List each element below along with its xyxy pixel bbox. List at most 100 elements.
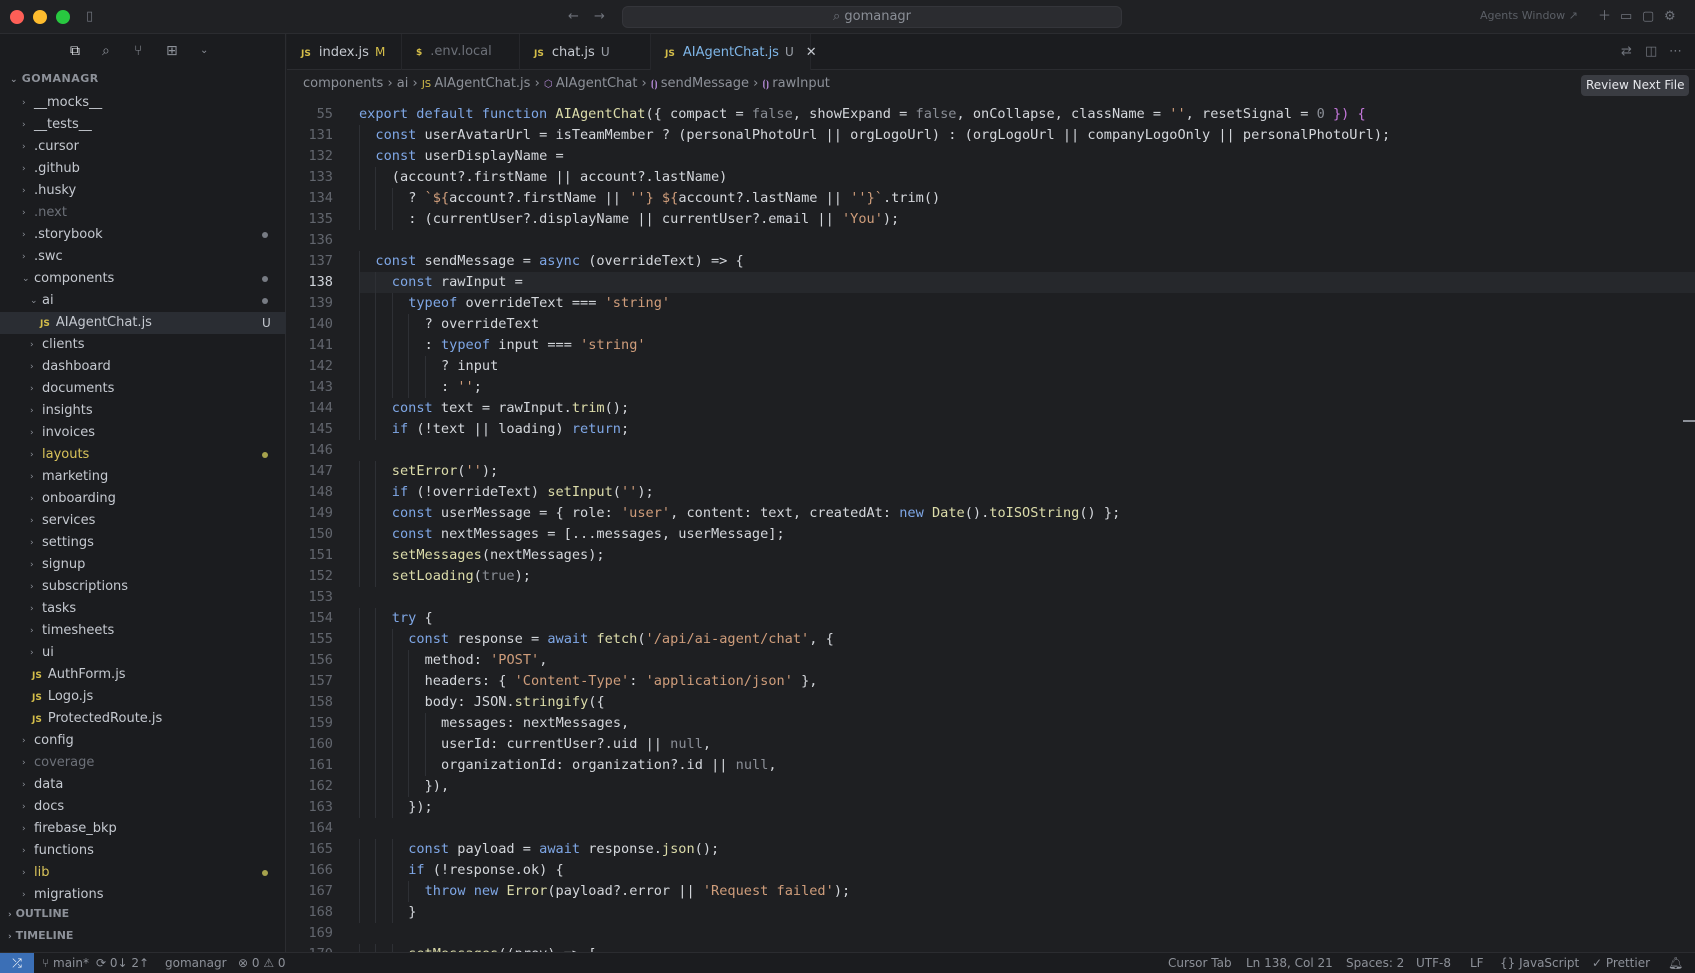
- files-icon[interactable]: ⧉: [70, 43, 80, 59]
- code-line[interactable]: const userAvatarUrl = isTeamMember ? (pe…: [359, 125, 1390, 146]
- tree-folder[interactable]: › layouts: [0, 444, 286, 466]
- tree-folder[interactable]: ⌄ ai: [0, 290, 286, 312]
- outline-section[interactable]: › OUTLINE: [0, 903, 286, 925]
- code-line[interactable]: }: [359, 902, 416, 923]
- tree-folder[interactable]: › marketing: [0, 466, 286, 488]
- code-line[interactable]: : '';: [359, 377, 482, 398]
- tree-folder[interactable]: › .github: [0, 158, 286, 180]
- problems-indicator[interactable]: ⊗ 0 ⚠ 0: [238, 953, 286, 973]
- breadcrumb-item[interactable]: sendMessage: [661, 76, 749, 91]
- close-icon[interactable]: ✕: [806, 45, 817, 60]
- tree-folder[interactable]: › services: [0, 510, 286, 532]
- sync-indicator[interactable]: ⟳ 0↓ 2↑: [96, 953, 149, 973]
- tree-folder[interactable]: › __mocks__: [0, 92, 286, 114]
- tree-folder[interactable]: › .storybook: [0, 224, 286, 246]
- tree-folder[interactable]: › lib: [0, 862, 286, 884]
- scrollbar-marker[interactable]: [1683, 420, 1695, 422]
- chat-icon[interactable]: ▢: [1642, 9, 1654, 25]
- tree-folder[interactable]: › data: [0, 774, 286, 796]
- formatter-indicator[interactable]: ✓ Prettier: [1592, 953, 1650, 973]
- chevron-down-icon[interactable]: ⌄: [200, 45, 208, 56]
- tree-folder[interactable]: › timesheets: [0, 620, 286, 642]
- code-line[interactable]: }),: [359, 776, 450, 797]
- code-line[interactable]: const text = rawInput.trim();: [359, 398, 629, 419]
- tree-folder[interactable]: › .cursor: [0, 136, 286, 158]
- code-line[interactable]: : typeof input === 'string': [359, 335, 646, 356]
- compare-icon[interactable]: ⇄: [1621, 44, 1632, 59]
- tree-file[interactable]: JS ProtectedRoute.js: [0, 708, 286, 730]
- tree-folder[interactable]: › tasks: [0, 598, 286, 620]
- code-line[interactable]: throw new Error(payload?.error || 'Reque…: [359, 881, 851, 902]
- maximize-window-button[interactable]: [56, 10, 70, 24]
- tree-folder[interactable]: › clients: [0, 334, 286, 356]
- tab-3[interactable]: JS AIAgentChat.js U ✕: [651, 34, 817, 70]
- tree-folder[interactable]: › settings: [0, 532, 286, 554]
- split-editor-icon[interactable]: ◫: [1645, 44, 1657, 59]
- tree-file[interactable]: JS AuthForm.js: [0, 664, 286, 686]
- tree-folder[interactable]: › onboarding: [0, 488, 286, 510]
- timeline-section[interactable]: › TIMELINE: [0, 925, 286, 947]
- extensions-icon[interactable]: ⊞: [166, 43, 178, 59]
- code-line[interactable]: const payload = await response.json();: [359, 839, 719, 860]
- agents-window-link[interactable]: Agents Window ↗: [1480, 9, 1578, 22]
- code-line[interactable]: try {: [359, 608, 433, 629]
- code-line[interactable]: messages: nextMessages,: [359, 713, 629, 734]
- tree-folder[interactable]: › documents: [0, 378, 286, 400]
- breadcrumb-item[interactable]: rawInput: [772, 76, 830, 91]
- breadcrumb-item[interactable]: components: [303, 76, 383, 91]
- code-editor[interactable]: 55 export default function AIAgentChat({ …: [287, 100, 1695, 952]
- explorer-root-title[interactable]: ⌄ GOMANAGR: [10, 72, 99, 85]
- tree-folder[interactable]: › config: [0, 730, 286, 752]
- code-line[interactable]: : (currentUser?.displayName || currentUs…: [359, 209, 899, 230]
- code-line[interactable]: const nextMessages = [...messages, userM…: [359, 524, 785, 545]
- tree-file[interactable]: JS Logo.js: [0, 686, 286, 708]
- back-arrow-icon[interactable]: ←: [568, 9, 579, 25]
- code-line[interactable]: const userMessage = { role: 'user', cont…: [359, 503, 1120, 524]
- plus-icon[interactable]: ＋: [1598, 9, 1611, 25]
- minimize-window-button[interactable]: [33, 10, 47, 24]
- encoding-indicator[interactable]: UTF-8: [1416, 953, 1451, 973]
- breadcrumb-item[interactable]: AIAgentChat.js: [434, 76, 530, 91]
- source-control-icon[interactable]: ⑂: [134, 43, 142, 59]
- code-line[interactable]: setMessages((prev) => [: [359, 944, 596, 952]
- tree-folder[interactable]: › .husky: [0, 180, 286, 202]
- tab-2[interactable]: JS chat.js U: [520, 34, 651, 70]
- tree-folder[interactable]: › ui: [0, 642, 286, 664]
- tree-folder[interactable]: › dashboard: [0, 356, 286, 378]
- code-line[interactable]: typeof overrideText === 'string': [359, 293, 670, 314]
- code-line[interactable]: headers: { 'Content-Type': 'application/…: [359, 671, 818, 692]
- code-line[interactable]: setMessages(nextMessages);: [359, 545, 605, 566]
- tree-folder[interactable]: › .next: [0, 202, 286, 224]
- code-line[interactable]: });: [359, 797, 433, 818]
- review-next-file-button[interactable]: Review Next File: [1581, 75, 1690, 96]
- cursor-tab-indicator[interactable]: Cursor Tab: [1168, 953, 1232, 973]
- tab-0[interactable]: JS index.js M: [287, 34, 402, 70]
- tree-folder[interactable]: › docs: [0, 796, 286, 818]
- tree-folder[interactable]: › firebase_bkp: [0, 818, 286, 840]
- tree-folder[interactable]: › insights: [0, 400, 286, 422]
- code-line[interactable]: export default function AIAgentChat({ co…: [359, 104, 1366, 125]
- code-line[interactable]: ? `${account?.firstName || ''} ${account…: [359, 188, 940, 209]
- tree-folder[interactable]: › functions: [0, 840, 286, 862]
- code-line[interactable]: if (!response.ok) {: [359, 860, 564, 881]
- code-line[interactable]: if (!overrideText) setInput('');: [359, 482, 654, 503]
- code-line[interactable]: ? overrideText: [359, 314, 540, 335]
- code-line[interactable]: const rawInput =: [359, 272, 523, 293]
- indentation-indicator[interactable]: Spaces: 2: [1346, 953, 1404, 973]
- code-line[interactable]: setLoading(true);: [359, 566, 531, 587]
- gear-icon[interactable]: ⚙: [1664, 9, 1676, 25]
- breadcrumb-item[interactable]: AIAgentChat: [556, 76, 638, 91]
- tree-folder[interactable]: › .swc: [0, 246, 286, 268]
- toggle-sidebar-icon[interactable]: ▯: [86, 9, 93, 25]
- tree-folder[interactable]: › signup: [0, 554, 286, 576]
- tab-1[interactable]: $ .env.local: [402, 34, 520, 70]
- code-line[interactable]: method: 'POST',: [359, 650, 548, 671]
- panel-icon[interactable]: ▭: [1620, 9, 1632, 25]
- code-line[interactable]: userId: currentUser?.uid || null,: [359, 734, 711, 755]
- code-line[interactable]: if (!text || loading) return;: [359, 419, 629, 440]
- code-line[interactable]: const response = await fetch('/api/ai-ag…: [359, 629, 834, 650]
- tree-folder[interactable]: › invoices: [0, 422, 286, 444]
- language-indicator[interactable]: {} JavaScript: [1500, 953, 1579, 973]
- bell-icon[interactable]: 🔔︎: [1668, 953, 1683, 973]
- code-line[interactable]: (account?.firstName || account?.lastName…: [359, 167, 728, 188]
